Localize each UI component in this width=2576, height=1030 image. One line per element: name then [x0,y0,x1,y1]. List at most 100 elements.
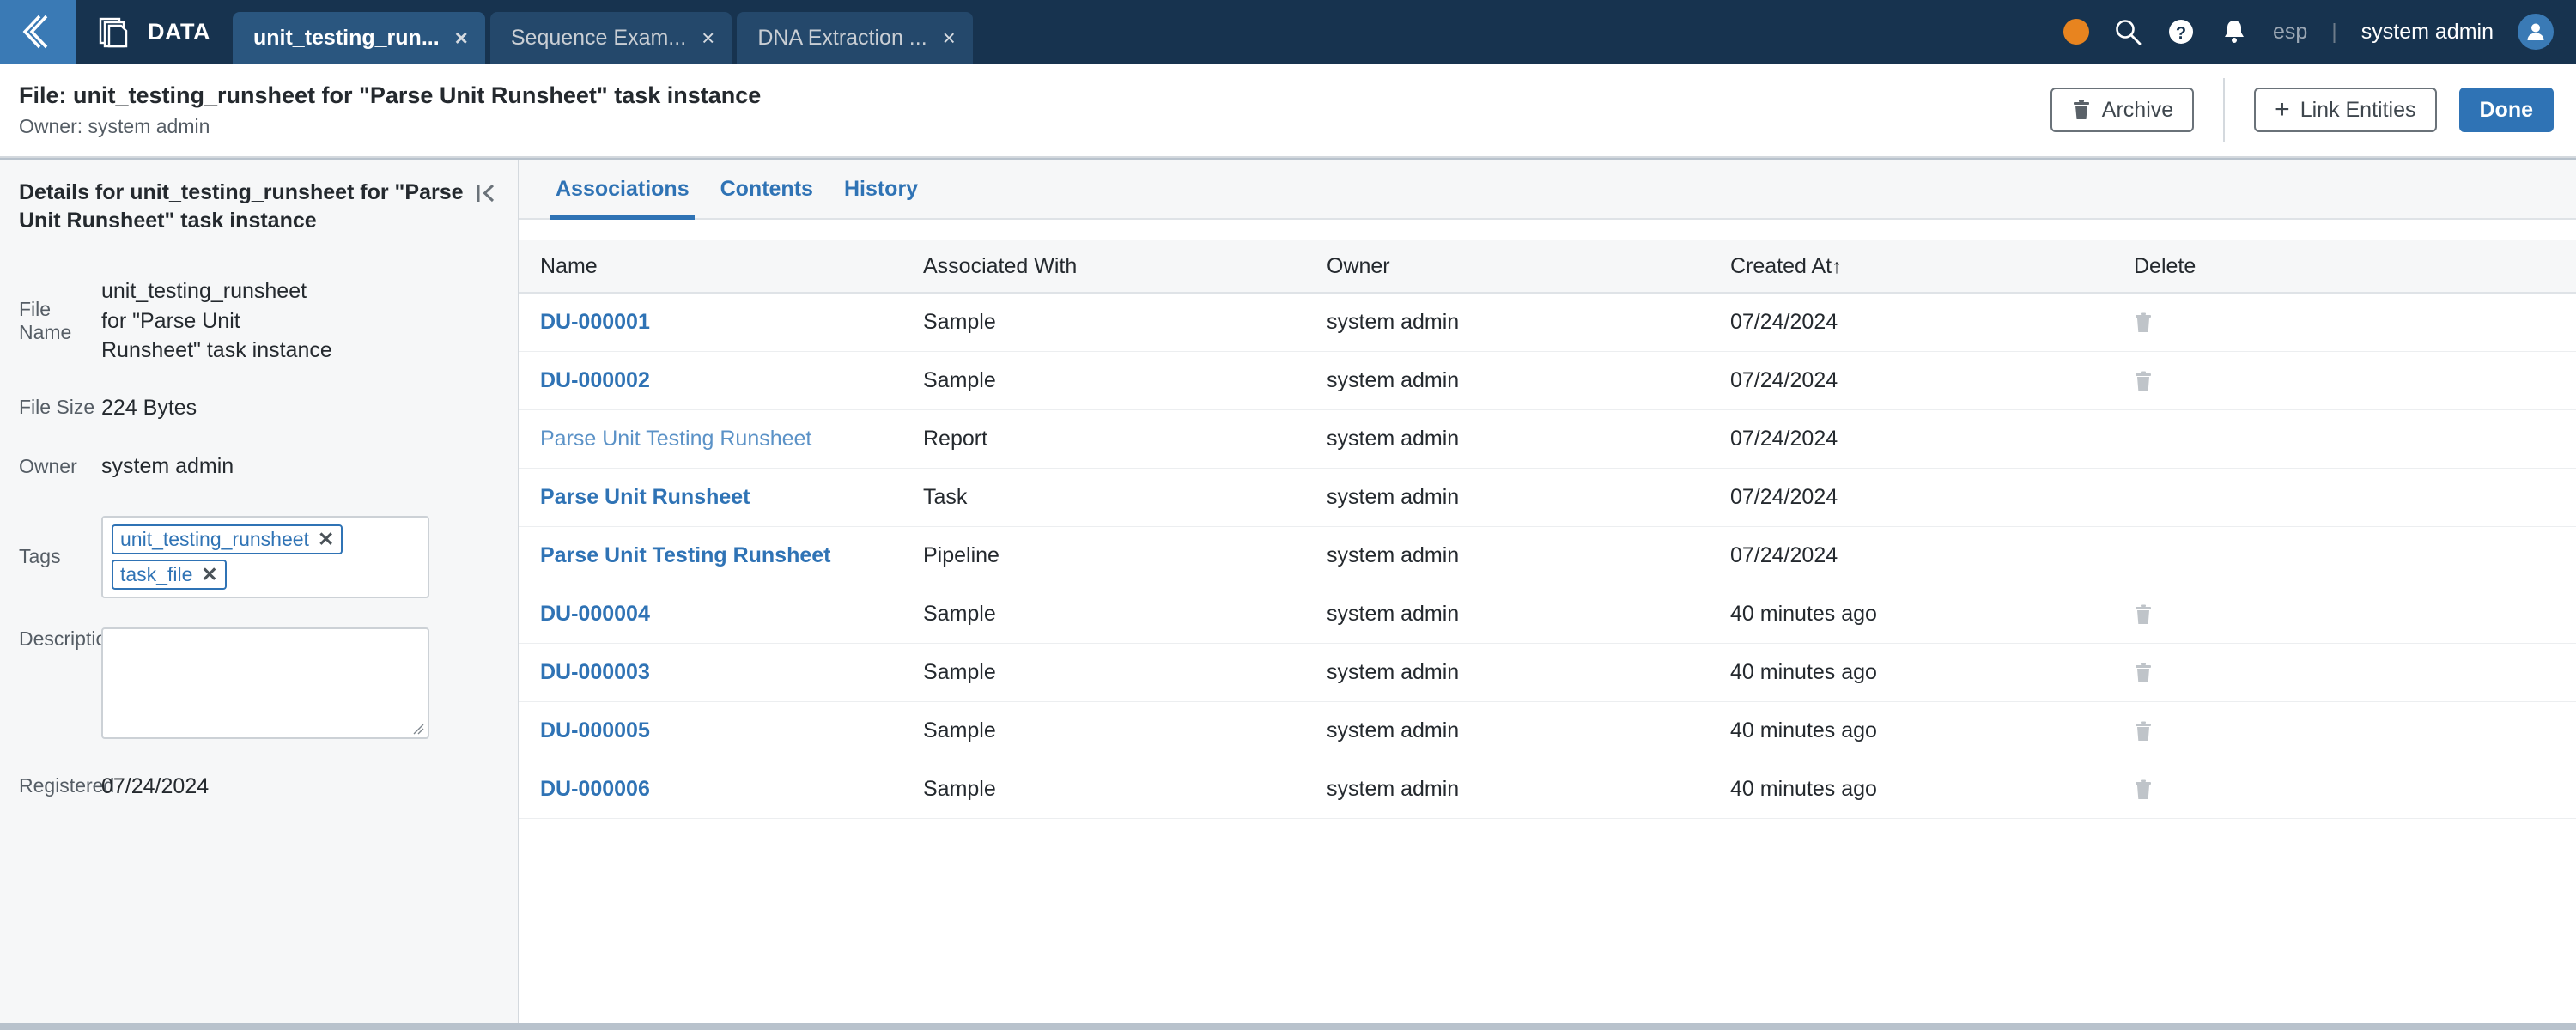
table-row[interactable]: Parse Unit Testing Runsheet Pipeline syste… [519,527,2576,585]
row-owner: system admin [1327,660,1460,684]
tag-chip[interactable]: task_file ✕ [112,559,227,590]
row-delete-cell[interactable] [2134,662,2576,684]
help-icon[interactable]: ? [2166,17,2196,46]
table-row[interactable]: DU-000003 Sample system admin 40 minutes ag… [519,644,2576,702]
details-panel-header: Details for unit_testing_runsheet for "P… [19,179,497,235]
row-name-link[interactable]: Parse Unit Testing Runsheet [540,543,831,567]
row-delete-cell[interactable] [2134,370,2576,392]
tag-remove-icon[interactable]: ✕ [201,563,217,586]
tag-remove-icon[interactable]: ✕ [318,528,334,551]
details-panel: Details for unit_testing_runsheet for "P… [0,160,519,1023]
row-owner: system admin [1327,427,1460,451]
row-created-at: 40 minutes ago [1730,718,1877,742]
window-tab-2[interactable]: Sequence Exam... × [489,12,732,64]
trash-icon [2071,99,2092,121]
tab-contents[interactable]: Contents [705,160,829,218]
field-tags-label: Tags [19,545,61,567]
window-tab-1[interactable]: unit_testing_run... × [232,12,485,64]
row-associated-with: Sample [923,310,996,334]
tab-history[interactable]: History [829,160,933,218]
row-associated-with: Task [923,485,968,509]
field-file-name-value: unit_testing_runsheet for "Parse Unit Ru… [101,279,332,362]
row-associated-with: Report [923,427,988,451]
trash-icon[interactable] [2134,720,2153,742]
close-icon[interactable]: × [702,27,714,49]
trash-icon[interactable] [2134,603,2153,626]
notifications-bell-icon[interactable] [2220,17,2249,46]
user-name-label[interactable]: system admin [2361,20,2494,45]
row-associated-with: Sample [923,777,996,801]
tag-chip-label: unit_testing_runsheet [120,527,309,550]
archive-button[interactable]: Archive [2050,88,2195,132]
table-row[interactable]: DU-000005 Sample system admin 40 minutes ag… [519,702,2576,760]
tag-chip[interactable]: unit_testing_runsheet ✕ [112,524,343,554]
table-row[interactable]: DU-000001 Sample system admin 07/24/2024 [519,294,2576,352]
top-nav-actions: ? esp | system admin [2046,0,2576,64]
svg-text:?: ? [2176,24,2186,43]
row-owner: system admin [1327,543,1460,567]
trash-icon[interactable] [2134,662,2153,684]
row-delete-cell[interactable] [2134,779,2576,801]
field-file-size-value: 224 Bytes [101,395,197,420]
field-owner: Owner system admin [19,451,497,482]
data-module-button[interactable]: DATA [82,0,233,64]
close-icon[interactable]: × [943,27,956,49]
field-tags: Tags unit_testing_runsheet ✕ task_file ✕ [19,515,497,598]
language-selector[interactable]: esp [2273,20,2307,45]
field-registered: Registered 07/24/2024 [19,772,497,802]
trash-icon[interactable] [2134,779,2153,801]
page-title: File: unit_testing_runsheet for "Parse U… [19,82,762,108]
field-registered-value: 07/24/2024 [101,773,210,798]
collapse-panel-icon[interactable] [475,182,497,209]
row-associated-with: Sample [923,718,996,742]
resize-grip-icon[interactable] [410,721,424,735]
content-panel: Associations Contents History Name Assoc… [519,160,2576,1023]
link-entities-button[interactable]: + Link Entities [2254,88,2437,132]
row-name-link[interactable]: DU-000001 [540,310,650,334]
table-row[interactable]: Parse Unit Testing Runsheet Report system … [519,410,2576,469]
row-delete-cell[interactable] [2134,603,2576,626]
column-header-created-at-label: Created At [1730,253,1832,278]
row-created-at: 07/24/2024 [1730,368,1838,392]
close-icon[interactable]: × [455,27,468,49]
table-row[interactable]: Parse Unit Runsheet Task system admin 07/24… [519,469,2576,527]
tags-input[interactable]: unit_testing_runsheet ✕ task_file ✕ [101,515,429,598]
row-delete-cell[interactable] [2134,312,2576,334]
description-textarea[interactable] [101,627,429,739]
tab-associations[interactable]: Associations [540,160,705,220]
status-dot-icon[interactable] [2063,19,2089,45]
table-row[interactable]: DU-000006 Sample system admin 40 minutes ag… [519,760,2576,819]
back-button[interactable] [0,0,76,64]
avatar[interactable] [2518,14,2554,50]
top-navigation-bar: DATA unit_testing_run... × Sequence Exam… [0,0,2576,64]
field-description: Description [19,627,497,739]
field-file-name: File Name unit_testing_runsheet for "Par… [19,276,497,366]
column-header-name[interactable]: Name [519,254,923,279]
trash-icon[interactable] [2134,312,2153,334]
row-name-link[interactable]: Parse Unit Runsheet [540,485,750,509]
field-owner-label: Owner [19,454,77,477]
row-name-link[interactable]: DU-000004 [540,602,650,626]
window-tab-3[interactable]: DNA Extraction ... × [737,12,973,64]
search-icon[interactable] [2113,17,2142,46]
data-module-label: DATA [148,18,210,45]
row-owner: system admin [1327,602,1460,626]
row-name-link[interactable]: DU-000002 [540,368,650,392]
row-delete-cell[interactable] [2134,720,2576,742]
header-divider [2223,78,2226,142]
field-file-size: File Size 224 Bytes [19,393,497,423]
column-header-associated-with[interactable]: Associated With [923,254,1327,279]
row-name-link[interactable]: Parse Unit Testing Runsheet [540,427,811,451]
row-name-link[interactable]: DU-000005 [540,718,650,742]
table-row[interactable]: DU-000004 Sample system admin 40 minutes ag… [519,585,2576,644]
row-name-link[interactable]: DU-000003 [540,660,650,684]
row-name-link[interactable]: DU-000006 [540,777,650,801]
column-header-owner[interactable]: Owner [1327,254,1730,279]
table-row[interactable]: DU-000002 Sample system admin 07/24/2024 [519,352,2576,410]
chevron-left-icon [21,12,55,52]
page-header-text: File: unit_testing_runsheet for "Parse U… [0,82,2050,139]
done-button[interactable]: Done [2458,88,2554,132]
column-header-created-at[interactable]: Created At↑ [1730,254,2134,279]
trash-icon[interactable] [2134,370,2153,392]
row-associated-with: Sample [923,602,996,626]
